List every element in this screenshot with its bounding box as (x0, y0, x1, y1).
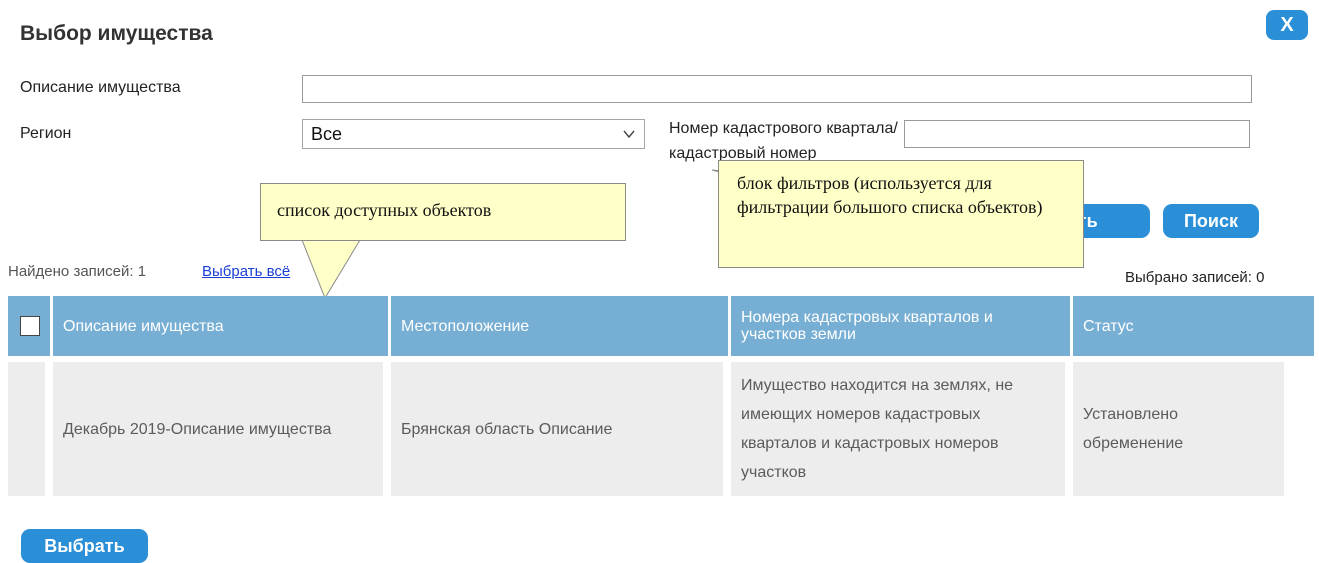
select-all-link[interactable]: Выбрать всё (202, 263, 290, 280)
header-cadastral[interactable]: Номера кадастровых кварталов и участков … (731, 296, 1073, 356)
cell-location: Брянская область Описание (391, 362, 731, 496)
property-table: Описание имущества Местоположение Номера… (8, 296, 1314, 496)
dialog-title: Выбор имущества (20, 22, 213, 45)
table-header-row: Описание имущества Местоположение Номера… (8, 296, 1314, 356)
cadastral-label: Номер кадастрового квартала/кадастровый … (669, 120, 898, 162)
choose-button[interactable]: Выбрать (21, 529, 148, 563)
selected-count: Выбрано записей: 0 (1125, 269, 1265, 286)
cell-status: Установлено обременение (1073, 362, 1314, 496)
search-button-label: Поиск (1183, 210, 1239, 231)
description-input[interactable] (302, 75, 1252, 103)
callout-filters: блок фильтров (используется для фильтрац… (718, 160, 1084, 268)
header-select-cell[interactable] (8, 296, 53, 356)
description-label: Описание имущества (20, 79, 181, 96)
callout-filters-text: блок фильтров (используется для фильтрац… (737, 173, 1043, 217)
header-status[interactable]: Статус (1073, 296, 1314, 356)
row-select-cell[interactable] (8, 362, 53, 496)
header-description[interactable]: Описание имущества (53, 296, 391, 356)
callout-list-text: список доступных объектов (277, 200, 492, 220)
header-location[interactable]: Местоположение (391, 296, 731, 356)
cadastral-input[interactable] (904, 120, 1250, 148)
chevron-down-icon (623, 130, 635, 139)
checkbox-icon[interactable] (20, 316, 40, 336)
search-button[interactable]: Поиск (1163, 204, 1259, 238)
cell-description: Декабрь 2019-Описание имущества (53, 362, 391, 496)
region-select[interactable]: Все (302, 119, 645, 149)
found-count: Найдено записей: 1 (8, 263, 147, 280)
close-icon: X (1280, 13, 1294, 36)
table-row[interactable]: Декабрь 2019-Описание имущества Брянская… (8, 362, 1314, 496)
callout-list: список доступных объектов (260, 183, 626, 241)
region-select-value: Все (311, 123, 343, 144)
choose-button-label: Выбрать (44, 535, 125, 556)
cell-cadastral: Имущество находится на землях, не имеющи… (731, 362, 1073, 496)
close-button[interactable]: X (1266, 10, 1308, 40)
region-label: Регион (20, 125, 72, 142)
